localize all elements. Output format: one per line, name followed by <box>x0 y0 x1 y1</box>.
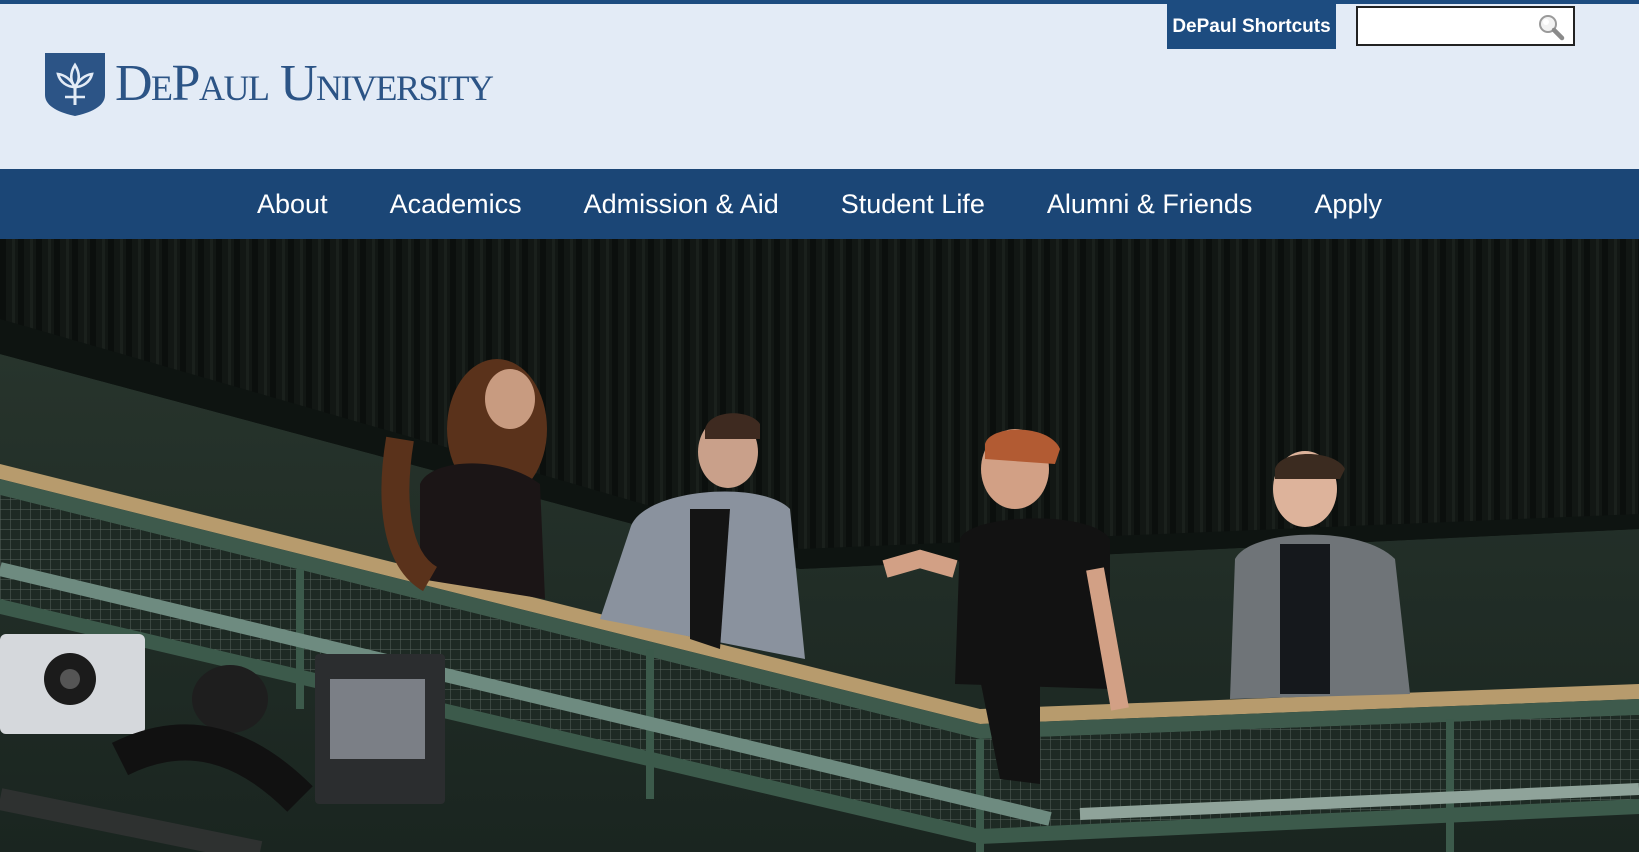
nav-item-admission-aid[interactable]: Admission & Aid <box>584 189 779 220</box>
nav-item-alumni-friends[interactable]: Alumni & Friends <box>1047 189 1253 220</box>
main-navigation: About Academics Admission & Aid Student … <box>0 169 1639 239</box>
nav-item-about[interactable]: About <box>257 189 328 220</box>
site-header: DePaul University DePaul Shortcuts <box>0 4 1639 169</box>
search-box <box>1356 6 1575 46</box>
hero-image <box>0 239 1639 852</box>
search-icon[interactable] <box>1537 13 1565 41</box>
hero-photo-students-on-theater-catwalk <box>0 239 1639 852</box>
nav-item-student-life[interactable]: Student Life <box>841 189 985 220</box>
depaul-shortcuts-button[interactable]: DePaul Shortcuts <box>1167 4 1336 49</box>
search-input[interactable] <box>1362 12 1532 40</box>
nav-item-academics[interactable]: Academics <box>390 189 522 220</box>
logo-wordmark: DePaul University <box>115 55 494 112</box>
depaul-shield-icon <box>45 53 105 116</box>
logo-link[interactable]: DePaul University <box>43 49 494 119</box>
nav-item-apply[interactable]: Apply <box>1314 189 1382 220</box>
